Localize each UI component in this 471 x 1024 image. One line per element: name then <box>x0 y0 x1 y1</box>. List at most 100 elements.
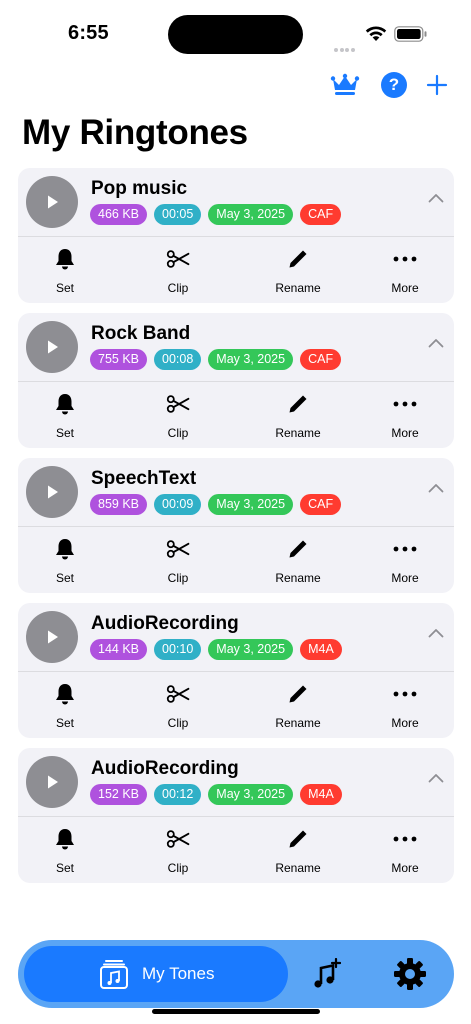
format-badge: M4A <box>300 639 342 660</box>
play-button[interactable] <box>26 176 78 228</box>
bell-icon <box>56 394 74 415</box>
more-button[interactable]: More <box>365 382 445 448</box>
ringtone-actions: Set Clip Rename More <box>18 672 454 738</box>
add-music-icon[interactable] <box>311 958 341 990</box>
page-title: My Ringtones <box>22 113 248 152</box>
ringtone-header[interactable]: Rock Band 755 KB 00:08 May 3, 2025 CAF <box>18 313 454 381</box>
ringtone-badges: 144 KB 00:10 May 3, 2025 M4A <box>90 639 349 660</box>
play-icon <box>48 195 58 209</box>
gear-icon[interactable] <box>393 957 427 991</box>
rename-label: Rename <box>275 281 321 295</box>
pencil-icon <box>289 250 307 268</box>
scissors-icon <box>166 395 190 413</box>
add-ringtone-button[interactable] <box>420 68 454 102</box>
set-label: Set <box>55 426 74 440</box>
ringtone-header[interactable]: AudioRecording 152 KB 00:12 May 3, 2025 … <box>18 748 454 816</box>
ringtone-card: AudioRecording 144 KB 00:10 May 3, 2025 … <box>18 603 454 738</box>
date-badge: May 3, 2025 <box>208 784 294 805</box>
wifi-icon <box>365 26 387 41</box>
ringtone-card: AudioRecording 152 KB 00:12 May 3, 2025 … <box>18 748 454 883</box>
music-library-icon <box>100 960 128 989</box>
ringtone-card: SpeechText 859 KB 00:09 May 3, 2025 CAF <box>18 458 454 593</box>
format-badge: CAF <box>300 494 342 515</box>
scissors-icon <box>166 250 190 268</box>
rename-label: Rename <box>275 861 321 875</box>
chevron-up-icon[interactable] <box>428 773 444 783</box>
ringtone-name: Pop music <box>91 178 188 199</box>
ringtone-name: Rock Band <box>91 323 191 344</box>
tab-my-tones[interactable]: My Tones <box>24 946 288 1002</box>
premium-button[interactable] <box>328 68 362 102</box>
status-bar: 6:55 <box>0 0 471 64</box>
ringtone-name: SpeechText <box>91 468 197 489</box>
ringtone-badges: 466 KB 00:05 May 3, 2025 CAF <box>90 204 348 225</box>
dynamic-island <box>168 15 303 54</box>
more-label: More <box>391 426 419 440</box>
ringtone-actions: Set Clip Rename More <box>18 237 454 303</box>
ringtone-header[interactable]: Pop music 466 KB 00:05 May 3, 2025 CAF <box>18 168 454 236</box>
play-icon <box>48 340 58 354</box>
date-badge: May 3, 2025 <box>208 639 294 660</box>
rename-button[interactable]: Rename <box>258 527 338 593</box>
more-label: More <box>391 716 419 730</box>
clip-button[interactable]: Clip <box>138 817 218 883</box>
play-button[interactable] <box>26 321 78 373</box>
set-button[interactable]: Set <box>25 817 105 883</box>
play-button[interactable] <box>26 466 78 518</box>
ringtone-actions: Set Clip Rename More <box>18 817 454 883</box>
tab-bar: My Tones <box>18 940 454 1008</box>
rename-button[interactable]: Rename <box>258 817 338 883</box>
ellipsis-icon <box>393 691 417 697</box>
more-button[interactable]: More <box>365 672 445 738</box>
help-button[interactable]: ? <box>377 68 411 102</box>
ringtone-badges: 755 KB 00:08 May 3, 2025 CAF <box>90 349 348 370</box>
ellipsis-icon <box>393 546 417 552</box>
date-badge: May 3, 2025 <box>208 349 294 370</box>
bell-icon <box>56 829 74 850</box>
ringtone-name: AudioRecording <box>91 758 239 779</box>
pencil-icon <box>289 540 307 558</box>
clip-button[interactable]: Clip <box>138 237 218 303</box>
clip-button[interactable]: Clip <box>138 672 218 738</box>
duration-badge: 00:10 <box>154 639 202 660</box>
set-label: Set <box>55 571 74 585</box>
set-label: Set <box>55 861 74 875</box>
ringtone-badges: 152 KB 00:12 May 3, 2025 M4A <box>90 784 349 805</box>
more-label: More <box>391 861 419 875</box>
play-icon <box>48 630 58 644</box>
play-button[interactable] <box>26 756 78 808</box>
bell-icon <box>56 684 74 705</box>
ellipsis-icon <box>393 836 417 842</box>
more-label: More <box>391 571 419 585</box>
date-badge: May 3, 2025 <box>208 204 294 225</box>
play-button[interactable] <box>26 611 78 663</box>
set-button[interactable]: Set <box>25 527 105 593</box>
ringtone-header[interactable]: AudioRecording 144 KB 00:10 May 3, 2025 … <box>18 603 454 671</box>
signal-icon <box>334 39 356 57</box>
size-badge: 755 KB <box>90 349 148 370</box>
duration-badge: 00:08 <box>154 349 202 370</box>
more-button[interactable]: More <box>365 817 445 883</box>
scissors-icon <box>166 685 190 703</box>
clip-button[interactable]: Clip <box>138 527 218 593</box>
duration-badge: 00:09 <box>154 494 202 515</box>
chevron-up-icon[interactable] <box>428 338 444 348</box>
header-actions: ? <box>0 68 471 102</box>
ringtone-header[interactable]: SpeechText 859 KB 00:09 May 3, 2025 CAF <box>18 458 454 526</box>
chevron-up-icon[interactable] <box>428 483 444 493</box>
rename-button[interactable]: Rename <box>258 237 338 303</box>
ringtone-card: Rock Band 755 KB 00:08 May 3, 2025 CAF S… <box>18 313 454 448</box>
chevron-up-icon[interactable] <box>428 628 444 638</box>
chevron-up-icon[interactable] <box>428 193 444 203</box>
play-icon <box>48 775 58 789</box>
bell-icon <box>56 539 74 560</box>
set-label: Set <box>55 716 74 730</box>
clip-button[interactable]: Clip <box>138 382 218 448</box>
rename-button[interactable]: Rename <box>258 672 338 738</box>
set-button[interactable]: Set <box>25 672 105 738</box>
set-button[interactable]: Set <box>25 382 105 448</box>
more-button[interactable]: More <box>365 237 445 303</box>
rename-button[interactable]: Rename <box>258 382 338 448</box>
set-button[interactable]: Set <box>25 237 105 303</box>
more-button[interactable]: More <box>365 527 445 593</box>
